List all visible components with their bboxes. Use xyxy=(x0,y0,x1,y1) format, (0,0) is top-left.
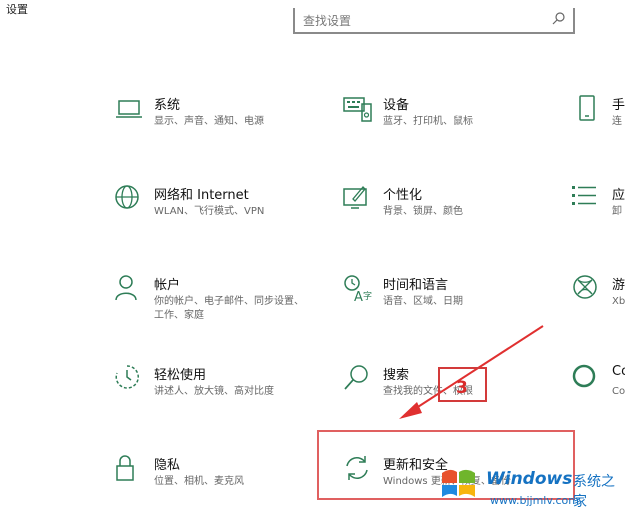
tile-desc: WLAN、飞行模式、VPN xyxy=(154,206,265,217)
settings-window: { "window": { "title": "设置" }, "search":… xyxy=(0,0,625,514)
svg-text:字: 字 xyxy=(363,290,372,302)
tile-title: 游 xyxy=(612,278,625,293)
tile-desc: 卸 xyxy=(612,206,622,217)
xbox-icon xyxy=(572,274,602,304)
svg-text:A: A xyxy=(354,290,363,304)
step-number: 3 xyxy=(456,378,468,398)
tile-desc: Co xyxy=(612,386,625,397)
tile-title: 网络和 Internet xyxy=(154,188,249,203)
tile-phone[interactable]: 手 连 xyxy=(572,94,625,164)
tile-cortana[interactable]: Co Co xyxy=(572,364,625,434)
apps-icon xyxy=(572,184,602,214)
tile-desc: Xb xyxy=(612,296,625,307)
tile-desc: 背景、锁屏、颜色 xyxy=(383,206,463,217)
watermark-brand: Windows xyxy=(486,469,573,489)
lock-icon xyxy=(114,454,144,484)
tile-title: 隐私 xyxy=(154,458,181,473)
tile-desc: 位置、相机、麦克风 xyxy=(154,476,244,487)
tile-title: 时间和语言 xyxy=(383,278,449,293)
watermark-url: www.bjjmlv.com xyxy=(490,494,579,507)
tile-network[interactable]: 网络和 Internet WLAN、飞行模式、VPN xyxy=(114,184,309,254)
window-title: 设置 xyxy=(6,3,28,16)
paint-icon xyxy=(343,184,373,214)
tile-title: 设备 xyxy=(383,98,410,113)
tile-title: Co xyxy=(612,364,625,379)
laptop-icon xyxy=(114,94,144,124)
tile-desc: 讲述人、放大镜、高对比度 xyxy=(154,386,274,397)
phone-icon xyxy=(572,94,602,124)
search-icon xyxy=(552,12,565,25)
tile-desc: 你的帐户、电子邮件、同步设置、工作、家庭 xyxy=(154,296,304,321)
ease-of-access-icon xyxy=(114,364,144,394)
watermark-brand-suffix: 系统之家 xyxy=(573,474,615,510)
time-language-icon: A字 xyxy=(343,274,373,305)
tile-title: 轻松使用 xyxy=(154,368,207,383)
windows-logo-icon xyxy=(442,469,475,497)
tile-gaming[interactable]: 游 Xb xyxy=(572,274,625,344)
cortana-icon xyxy=(572,364,602,394)
tile-ease-of-access[interactable]: 轻松使用 讲述人、放大镜、高对比度 xyxy=(114,364,309,434)
keyboard-icon xyxy=(343,94,373,124)
tile-title: 应 xyxy=(612,188,625,203)
tile-desc: 显示、声音、通知、电源 xyxy=(154,116,264,127)
tile-title: 系统 xyxy=(154,98,181,113)
tile-accounts[interactable]: 帐户 你的帐户、电子邮件、同步设置、工作、家庭 xyxy=(114,274,309,344)
tile-desc: 连 xyxy=(612,116,622,127)
tile-title: 个性化 xyxy=(383,188,423,203)
search-input[interactable]: 查找设置 xyxy=(293,8,575,34)
search-icon xyxy=(343,364,373,394)
tile-desc: 蓝牙、打印机、鼠标 xyxy=(383,116,473,127)
globe-icon xyxy=(114,184,144,214)
watermark: Windows 系统之家 www.bjjmlv.com xyxy=(438,463,625,514)
tile-system[interactable]: 系统 显示、声音、通知、电源 xyxy=(114,94,309,164)
tile-devices[interactable]: 设备 蓝牙、打印机、鼠标 xyxy=(343,94,538,164)
tile-personalization[interactable]: 个性化 背景、锁屏、颜色 xyxy=(343,184,538,254)
person-icon xyxy=(114,274,144,304)
search-placeholder: 查找设置 xyxy=(303,14,352,28)
tile-desc: 语音、区域、日期 xyxy=(383,296,463,307)
tile-apps[interactable]: 应 卸 xyxy=(572,184,625,254)
tile-title: 手 xyxy=(612,98,625,113)
tile-title: 帐户 xyxy=(154,278,181,293)
